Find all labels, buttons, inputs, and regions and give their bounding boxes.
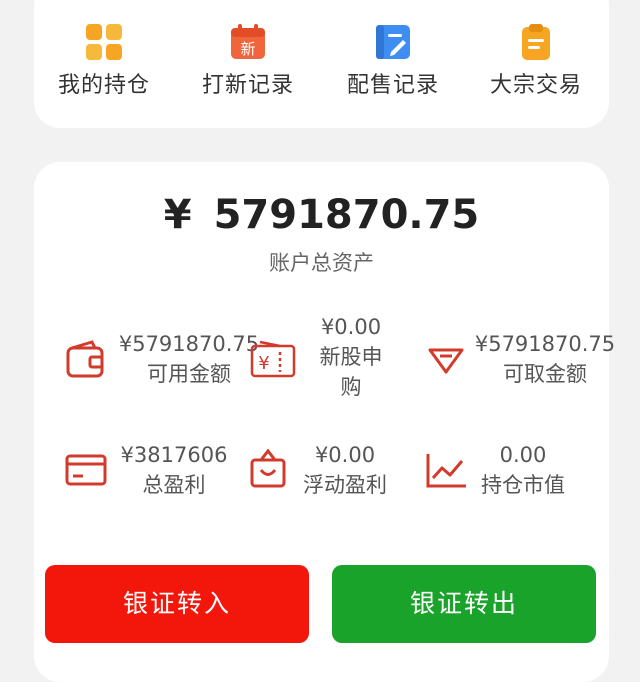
stat-label: 持仓市值 — [481, 473, 565, 497]
wallet-icon — [66, 340, 104, 378]
stat-value: ¥3817606 — [120, 443, 228, 467]
bag-icon — [250, 448, 286, 488]
shortcut-panel: 我的持仓 新 打新记录 配售记录 大宗交易 — [34, 0, 609, 128]
diamond-icon — [428, 348, 464, 374]
shortcut-block-trade[interactable]: 大宗交易 — [471, 22, 601, 99]
shortcut-label: 我的持仓 — [57, 73, 150, 98]
stat-withdrawable: ¥5791870.75 可取金额 — [470, 329, 620, 389]
total-assets-label: 账户总资产 — [269, 251, 374, 275]
shortcut-ipo-records[interactable]: 新 打新记录 — [183, 22, 313, 99]
stat-total-profit: ¥3817606 总盈利 — [114, 440, 234, 500]
shortcut-allotment-records[interactable]: 配售记录 — [328, 22, 458, 99]
stat-floating-profit: ¥0.00 浮动盈利 — [290, 440, 400, 500]
stat-label: 可取金额 — [503, 362, 587, 386]
asset-card: ¥5791870.75 账户总资产 ¥5791870.75 可用金额 ¥ ¥0.… — [34, 162, 615, 682]
stat-ipo-subscription: ¥0.00 新股申购 — [296, 312, 406, 402]
stat-label: 可用金额 — [147, 362, 231, 386]
shortcut-my-positions[interactable]: 我的持仓 — [39, 22, 169, 99]
shortcut-label: 配售记录 — [346, 73, 439, 98]
card-icon — [65, 454, 107, 486]
stat-position-market-value: 0.00 持仓市值 — [468, 440, 578, 500]
edit-note-icon — [376, 25, 410, 59]
stat-value: 0.00 — [499, 443, 547, 467]
trend-chart-icon — [426, 454, 466, 488]
grid-icon — [86, 24, 122, 60]
shortcut-label: 大宗交易 — [489, 73, 582, 98]
total-assets-value: ¥5791870.75 — [34, 192, 609, 238]
new-badge: 新 — [240, 40, 255, 58]
transfer-out-button[interactable]: 银证转出 — [332, 565, 596, 643]
calendar-new-icon: 新 — [231, 24, 265, 59]
clipboard-icon — [522, 24, 550, 60]
stat-label: 浮动盈利 — [303, 473, 387, 497]
stat-value: ¥0.00 — [320, 315, 382, 339]
stat-value: ¥5791870.75 — [118, 332, 260, 356]
stat-value: ¥5791870.75 — [474, 332, 616, 356]
shortcut-label: 打新记录 — [201, 73, 294, 98]
ticket-icon: ¥ — [250, 340, 296, 378]
transfer-in-button[interactable]: 银证转入 — [45, 565, 309, 643]
total-amount: 5791870.75 — [213, 192, 480, 238]
stat-available: ¥5791870.75 可用金额 — [114, 329, 264, 389]
stat-label: 新股申购 — [319, 345, 383, 399]
stat-value: ¥0.00 — [314, 443, 376, 467]
svg-text:¥: ¥ — [258, 353, 269, 374]
stat-label: 总盈利 — [142, 473, 206, 497]
currency-symbol: ¥ — [163, 192, 192, 238]
